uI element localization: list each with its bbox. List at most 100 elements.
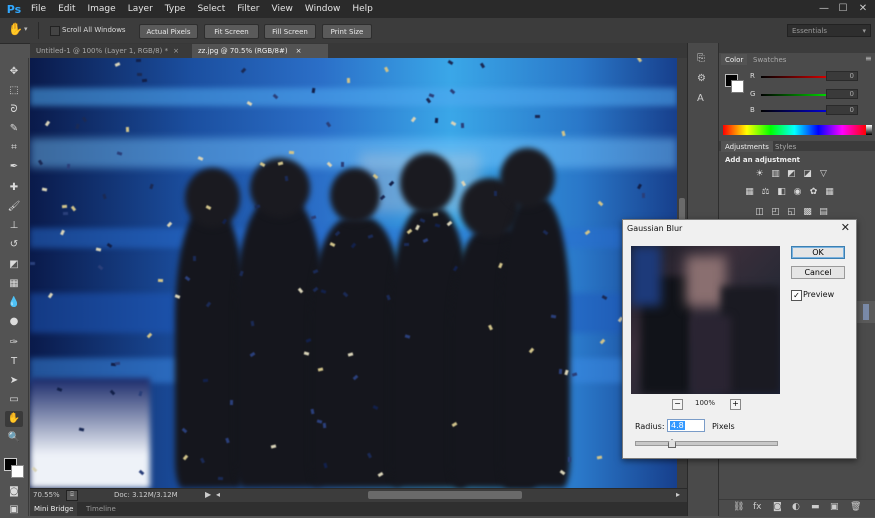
scroll-right-icon[interactable]: ▸ — [676, 490, 680, 499]
zoom-level[interactable]: 70.55% — [33, 491, 60, 499]
type-tool-icon[interactable]: T — [5, 354, 23, 370]
dodge-tool-icon[interactable]: ● — [5, 314, 23, 330]
new-adjustment-icon[interactable]: ◐ — [792, 502, 800, 512]
scroll-all-windows-checkbox[interactable] — [50, 26, 60, 36]
vibrance-icon[interactable]: ▽ — [817, 169, 830, 180]
maximize-icon[interactable]: ☐ — [836, 2, 850, 15]
hand-tool-icon[interactable]: ✋ — [5, 411, 23, 427]
ok-button[interactable]: OK — [791, 246, 845, 259]
menu-file[interactable]: File — [25, 4, 52, 14]
tab-zz-jpg[interactable]: zz.jpg @ 70.5% (RGB/8#) × — [192, 44, 328, 58]
scroll-left-icon[interactable]: ◂ — [216, 490, 220, 499]
quick-mask-icon[interactable]: ◙ — [5, 484, 23, 500]
new-layer-icon[interactable]: ▣ — [830, 502, 839, 512]
channel-mixer-icon[interactable]: ✿ — [807, 187, 820, 198]
brush-tool-icon[interactable]: 🖌 — [5, 199, 23, 215]
delete-layer-icon[interactable]: 🗑 — [850, 502, 861, 512]
panel-menu-icon[interactable]: ≡ — [865, 54, 872, 63]
tool-preset-dropdown-icon[interactable]: ▾ — [24, 25, 28, 33]
channel-g-value[interactable]: 0 — [826, 89, 858, 99]
shape-tool-icon[interactable]: ▭ — [5, 392, 23, 408]
tab-styles[interactable]: Styles — [771, 141, 800, 152]
lasso-tool-icon[interactable]: ᘐ — [5, 102, 23, 118]
posterize-icon[interactable]: ◰ — [769, 207, 782, 218]
character-icon[interactable]: A — [697, 93, 704, 104]
pen-tool-icon[interactable]: ✑ — [5, 335, 23, 351]
properties-icon[interactable]: ⚙ — [697, 73, 706, 84]
cancel-button[interactable]: Cancel — [791, 266, 845, 279]
horizontal-scroll-thumb[interactable] — [368, 491, 522, 499]
background-color-swatch[interactable] — [11, 465, 24, 478]
photo-filter-icon[interactable]: ◉ — [791, 187, 804, 198]
fx-icon[interactable]: fx — [753, 502, 762, 512]
bg-color-swatch[interactable] — [731, 80, 744, 93]
close-icon[interactable]: ✕ — [841, 221, 850, 234]
menu-window[interactable]: Window — [299, 4, 347, 14]
exposure-icon[interactable]: ◪ — [801, 169, 814, 180]
history-icon[interactable]: ⎘ — [697, 53, 705, 64]
history-brush-tool-icon[interactable]: ↺ — [5, 237, 23, 253]
zoom-out-button[interactable]: − — [672, 399, 683, 410]
channel-b-value[interactable]: 0 — [826, 105, 858, 115]
gradient-map-icon[interactable]: ▩ — [801, 207, 814, 218]
status-menu-arrow-icon[interactable]: ▶ — [205, 490, 211, 499]
invert-icon[interactable]: ◫ — [753, 207, 766, 218]
tab-mini-bridge[interactable]: Mini Bridge — [30, 502, 78, 516]
eyedropper-tool-icon[interactable]: ✒ — [5, 159, 23, 175]
healing-brush-tool-icon[interactable]: ✚ — [5, 180, 23, 196]
brightness-icon[interactable]: ☀ — [753, 169, 766, 180]
hand-tool-icon[interactable]: ✋ — [8, 22, 23, 36]
fill-screen-button[interactable]: Fill Screen — [264, 24, 316, 39]
zoom-tool-icon[interactable]: 🔍 — [5, 430, 23, 446]
menu-type[interactable]: Type — [159, 4, 192, 14]
print-size-button[interactable]: Print Size — [322, 24, 372, 39]
tab-adjustments[interactable]: Adjustments — [721, 141, 773, 152]
color-balance-icon[interactable]: ⚖ — [759, 187, 772, 198]
fit-screen-button[interactable]: Fit Screen — [204, 24, 259, 39]
menu-layer[interactable]: Layer — [122, 4, 159, 14]
channel-r-value[interactable]: 0 — [826, 71, 858, 81]
tab-timeline[interactable]: Timeline — [84, 502, 118, 516]
radius-input[interactable]: 4.8 — [667, 419, 705, 432]
hue-saturation-icon[interactable]: ▦ — [743, 187, 756, 198]
black-white-icon[interactable]: ◧ — [775, 187, 788, 198]
minimize-icon[interactable]: — — [817, 2, 831, 15]
blur-tool-icon[interactable]: 💧 — [5, 295, 23, 311]
radius-slider-track[interactable] — [635, 441, 778, 446]
menu-view[interactable]: View — [266, 4, 299, 14]
curves-icon[interactable]: ◩ — [785, 169, 798, 180]
add-mask-icon[interactable]: ◙ — [773, 502, 782, 512]
menu-filter[interactable]: Filter — [231, 4, 265, 14]
menu-help[interactable]: Help — [346, 4, 379, 14]
document-canvas[interactable] — [30, 58, 677, 488]
tab-close-icon[interactable]: × — [296, 47, 302, 55]
preview-thumbnail[interactable] — [631, 246, 780, 394]
actual-pixels-button[interactable]: Actual Pixels — [139, 24, 198, 39]
clone-stamp-tool-icon[interactable]: ⊥ — [5, 218, 23, 234]
quick-select-tool-icon[interactable]: ✎ — [5, 121, 23, 137]
tab-swatches[interactable]: Swatches — [749, 54, 790, 65]
workspace-select[interactable]: Essentials ▾ — [787, 24, 871, 37]
new-group-icon[interactable]: ▬ — [811, 502, 820, 512]
selective-color-icon[interactable]: ▤ — [817, 207, 830, 218]
threshold-icon[interactable]: ◱ — [785, 207, 798, 218]
bw-ramp[interactable] — [866, 125, 872, 135]
tab-untitled[interactable]: Untitled-1 @ 100% (Layer 1, RGB/8) * × — [30, 44, 192, 58]
crop-tool-icon[interactable]: ⌗ — [5, 140, 23, 156]
path-selection-tool-icon[interactable]: ➤ — [5, 373, 23, 389]
marquee-tool-icon[interactable]: ⬚ — [5, 83, 23, 99]
eraser-tool-icon[interactable]: ◩ — [5, 257, 23, 273]
menu-image[interactable]: Image — [82, 4, 122, 14]
color-spectrum-bar[interactable] — [723, 125, 866, 135]
close-window-icon[interactable]: ✕ — [856, 2, 870, 15]
link-layers-icon[interactable]: ⛓ — [733, 502, 744, 512]
zoom-in-button[interactable]: + — [730, 399, 741, 410]
preview-checkbox[interactable]: ✓ — [791, 290, 802, 301]
levels-icon[interactable]: ▥ — [769, 169, 782, 180]
status-icon[interactable]: ⌸ — [66, 490, 78, 501]
color-lookup-icon[interactable]: ▦ — [823, 187, 836, 198]
move-tool-icon[interactable]: ✥ — [5, 64, 23, 80]
menu-select[interactable]: Select — [191, 4, 231, 14]
gradient-tool-icon[interactable]: ▦ — [5, 276, 23, 292]
tab-close-icon[interactable]: × — [173, 47, 179, 55]
